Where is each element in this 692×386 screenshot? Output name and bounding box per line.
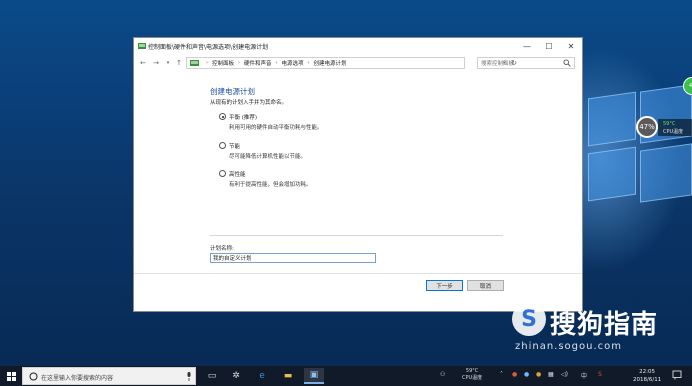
content-area: 创建电源计划 从现有的计划入手并为其命名。 平衡 (推荐) 利用可用的硬件自动平… — [134, 72, 582, 311]
up-arrow-icon[interactable]: ↑ — [174, 57, 184, 69]
tray-temp-value: 59°C — [465, 368, 479, 374]
option-label: 高性能 — [229, 172, 246, 178]
taskbar-search-placeholder: 在这里输入你要搜索的内容 — [41, 375, 114, 382]
option-label: 节能 — [229, 144, 241, 150]
notification-center-icon[interactable] — [672, 370, 682, 380]
control-panel-taskbar-icon[interactable]: ▣ — [304, 368, 324, 384]
breadcrumb-separator: › — [238, 60, 241, 66]
title-bar[interactable]: 控制面板\硬件和声音\电源选项\创建电源计划 — ☐ ✕ — [134, 38, 582, 54]
taskbar: 在这里输入你要搜索的内容 ▭ ✲ e ▬ ▣ ⚇ 59°C CPU温度 ˄ ● … — [0, 366, 692, 386]
task-view-icon[interactable]: ▭ — [202, 368, 222, 384]
page-subtitle: 从现有的计划入手并为其命名。 — [210, 100, 288, 106]
clock-time: 22:05 — [639, 369, 656, 375]
tray-expand-icon[interactable]: ˄ — [500, 371, 503, 378]
wallpaper-logo-pane — [588, 146, 636, 202]
system-clock[interactable]: 22:05 2018/6/11 — [633, 368, 661, 384]
close-button[interactable]: ✕ — [560, 38, 582, 54]
plan-name-label: 计划名称: — [210, 246, 234, 252]
sogou-watermark: S 搜狗指南 — [512, 302, 682, 340]
search-input[interactable] — [481, 59, 561, 68]
minimize-button[interactable]: — — [516, 38, 538, 54]
recent-dropdown-icon[interactable]: ▾ — [163, 57, 173, 69]
windows-logo-icon — [6, 371, 16, 381]
watermark-text: 搜狗指南 — [550, 310, 659, 340]
option-balanced[interactable]: 平衡 (推荐) 利用可用的硬件自动平衡功耗与性能。 — [219, 112, 379, 132]
plan-name-input[interactable] — [210, 253, 376, 263]
radio-high-performance[interactable] — [219, 170, 226, 177]
tray-app-icon[interactable]: ● — [536, 371, 541, 378]
cpu-usage-ring: 47% — [636, 116, 658, 138]
cancel-button[interactable]: 取消 — [467, 280, 504, 291]
breadcrumb-control-panel[interactable]: 控制面板 — [212, 59, 234, 67]
option-power-saver[interactable]: 节能 尽可能降低计算机性能以节能。 — [219, 141, 379, 161]
person-icon[interactable]: ⚇ — [440, 371, 445, 378]
ime-indicator[interactable]: 中 — [581, 371, 587, 380]
edge-browser-icon[interactable]: e — [252, 368, 272, 384]
start-button[interactable] — [0, 366, 22, 386]
option-description: 有利于提高性能，但会增加功耗。 — [229, 182, 312, 188]
option-high-performance[interactable]: 高性能 有利于提高性能，但会增加功耗。 — [219, 169, 379, 189]
forward-arrow-icon[interactable]: → — [151, 57, 161, 69]
tray-cpu-temp[interactable]: 59°C CPU温度 — [462, 368, 482, 382]
option-description: 尽可能降低计算机性能以节能。 — [229, 154, 307, 160]
page-title: 创建电源计划 — [210, 87, 255, 96]
cpu-temp-label: CPU温度 — [663, 129, 684, 135]
breadcrumb-power-options[interactable]: 电源选项 — [282, 59, 304, 67]
maximize-button[interactable]: ☐ — [538, 38, 560, 54]
option-description: 利用可用的硬件自动平衡功耗与性能。 — [229, 125, 323, 131]
section-divider — [210, 235, 503, 236]
control-panel-icon — [138, 43, 146, 49]
clock-date: 2018/6/11 — [633, 377, 662, 383]
cpu-monitor-widget[interactable]: 47% 59°C CPU温度 — [636, 116, 692, 140]
footer-divider — [134, 273, 582, 274]
wallpaper-logo-pane — [588, 91, 636, 147]
watermark-url: zhinan.sogou.com — [515, 341, 623, 352]
window-title: 控制面板\硬件和声音\电源选项\创建电源计划 — [148, 44, 269, 51]
cpu-temp-value: 59°C — [663, 121, 676, 127]
radio-balanced[interactable] — [219, 113, 226, 120]
breadcrumb-separator: › — [275, 60, 278, 66]
search-box[interactable] — [477, 57, 575, 69]
control-panel-icon — [190, 60, 199, 66]
breadcrumb-separator: › — [206, 60, 208, 66]
wallpaper-logo-pane — [640, 143, 692, 203]
tray-app-icon[interactable]: ● — [524, 371, 529, 378]
next-button[interactable]: 下一步 — [426, 280, 463, 291]
address-bar: ← → ▾ ↑ › 控制面板 › 硬件和声音 › 电源选项 › 创建电源计划 ▾… — [134, 55, 582, 71]
option-label: 平衡 (推荐) — [229, 115, 258, 121]
taskbar-search-box[interactable]: 在这里输入你要搜索的内容 — [22, 367, 196, 385]
search-icon[interactable] — [563, 59, 571, 67]
breadcrumb-hardware-sound[interactable]: 硬件和声音 — [244, 59, 272, 67]
microphone-icon[interactable] — [186, 372, 192, 381]
sogou-ime-icon[interactable]: S — [598, 371, 602, 378]
breadcrumb-create-power-plan[interactable]: 创建电源计划 — [314, 59, 347, 67]
back-arrow-icon[interactable]: ← — [138, 57, 148, 69]
app-pinwheel-icon[interactable]: ✲ — [226, 368, 246, 384]
sogou-logo-icon: S — [512, 302, 546, 336]
network-icon[interactable]: ▦ — [548, 371, 554, 378]
tray-temp-label: CPU温度 — [462, 375, 483, 381]
cortana-search-icon — [29, 372, 38, 381]
file-explorer-icon[interactable]: ▬ — [278, 368, 298, 384]
radio-power-saver[interactable] — [219, 142, 226, 149]
breadcrumb-separator: › — [307, 60, 310, 66]
volume-icon[interactable]: ◁) — [561, 371, 568, 378]
tray-app-icon[interactable]: ● — [512, 371, 517, 378]
address-box[interactable]: › 控制面板 › 硬件和声音 › 电源选项 › 创建电源计划 ▾ ↻ — [186, 57, 517, 69]
create-power-plan-window: 控制面板\硬件和声音\电源选项\创建电源计划 — ☐ ✕ ← → ▾ ↑ › 控… — [133, 37, 583, 312]
